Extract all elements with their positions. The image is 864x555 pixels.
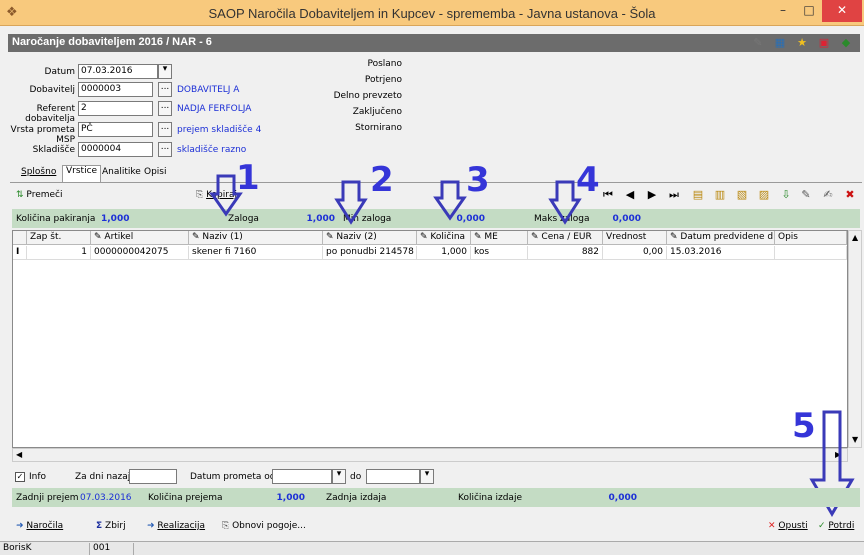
- status-bar: BorisK 001: [0, 541, 864, 555]
- kolicina-prejema-value: 1,000: [276, 493, 305, 503]
- zadnji-prejem-value: 07.03.2016: [80, 493, 132, 503]
- annotation-5: 5: [792, 406, 816, 446]
- zadnji-prejem-label: Zadnji prejem: [16, 493, 79, 503]
- annotation-2: 2: [370, 160, 394, 200]
- datum-prometa-od-field[interactable]: [272, 469, 332, 484]
- info-checkbox[interactable]: ✓: [15, 472, 25, 482]
- receipt-summary-bar: [12, 488, 860, 507]
- obnovi-pogoje-button[interactable]: ⎘ Obnovi pogoje...: [222, 521, 306, 531]
- arrow-2: [334, 180, 368, 225]
- arrow-right-icon: ➜: [16, 521, 24, 531]
- arrow-right-icon: ➜: [147, 521, 155, 531]
- datum-prometa-od-label: Datum prometa od: [190, 472, 276, 482]
- zbirj-button[interactable]: Σ Zbirj: [96, 521, 126, 531]
- kolicina-prejema-label: Količina prejema: [148, 493, 223, 503]
- annotation-3: 3: [466, 160, 490, 200]
- annotation-4: 4: [576, 160, 600, 200]
- narocila-button[interactable]: ➜ Naročila: [16, 521, 63, 531]
- obnovi-pogoje-label: Obnovi pogoje...: [232, 521, 306, 531]
- zadnja-izdaja-label: Zadnja izdaja: [326, 493, 387, 503]
- info-label: Info: [29, 472, 47, 482]
- opusti-label: Opusti: [778, 521, 808, 531]
- realizacija-label: Realizacija: [157, 521, 206, 531]
- datum-prometa-od-dropdown[interactable]: ▾: [332, 469, 346, 484]
- copy-icon: ⎘: [222, 521, 230, 531]
- kolicina-izdaje-label: Količina izdaje: [458, 493, 522, 503]
- narocila-label: Naročila: [26, 521, 64, 531]
- realizacija-button[interactable]: ➜ Realizacija: [147, 521, 205, 531]
- kolicina-izdaje-value: 0,000: [608, 493, 637, 503]
- do-label: do: [350, 472, 362, 482]
- checkmark-icon: ✓: [818, 521, 826, 531]
- potrdi-button[interactable]: ✓ Potrdi: [818, 521, 854, 531]
- zbirj-label: Zbirj: [105, 521, 126, 531]
- status-user: BorisK: [0, 543, 90, 555]
- arrow-3: [433, 180, 467, 221]
- za-dni-nazaj-field[interactable]: [129, 469, 177, 484]
- annotation-1: 1: [236, 158, 260, 198]
- za-dni-nazaj-label: Za dni nazaj: [75, 472, 131, 482]
- do-dropdown[interactable]: ▾: [420, 469, 434, 484]
- opusti-button[interactable]: ✕ Opusti: [768, 521, 808, 531]
- status-code: 001: [90, 543, 134, 555]
- cancel-x-icon: ✕: [768, 521, 776, 531]
- sigma-icon: Σ: [96, 521, 103, 531]
- potrdi-label: Potrdi: [828, 521, 855, 531]
- do-field[interactable]: [366, 469, 420, 484]
- arrow-4: [548, 180, 582, 225]
